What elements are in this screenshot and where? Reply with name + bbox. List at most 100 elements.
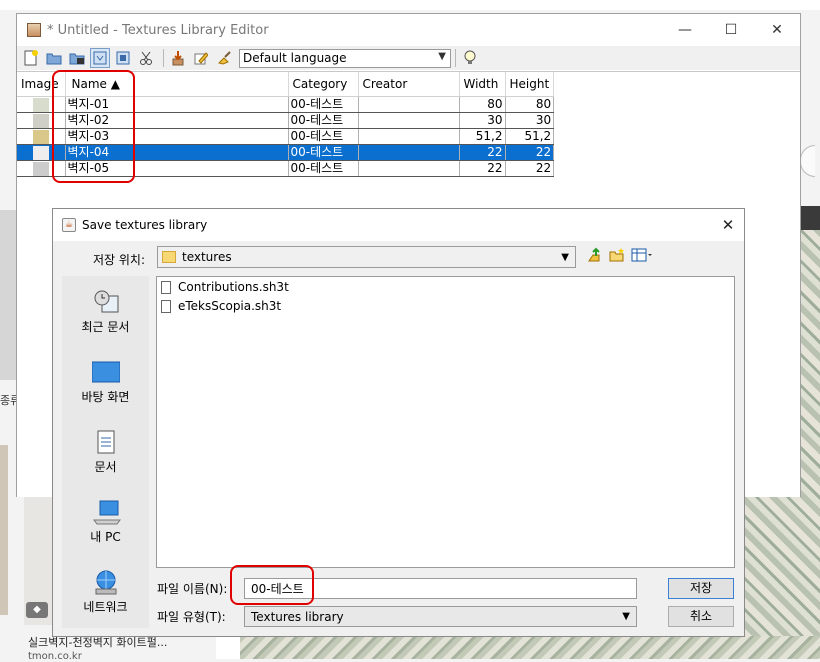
cell-width: 22: [459, 144, 506, 161]
window-title: * Untitled - Textures Library Editor: [47, 22, 269, 38]
cell-category: 00-테스트: [288, 160, 359, 177]
modify-texture-icon[interactable]: [191, 48, 211, 68]
place-recent-documents[interactable]: 최근 문서: [62, 290, 149, 335]
background-thumbnail: [0, 445, 8, 615]
place-network[interactable]: 네트워크: [62, 570, 149, 615]
chevron-down-icon: ▼: [561, 251, 569, 263]
minimize-button[interactable]: —: [662, 14, 708, 46]
annotation-highlight-file-name: [230, 565, 314, 605]
toolbar-separator: [455, 49, 456, 67]
file-item[interactable]: Contributions.sh3t: [161, 280, 289, 294]
dialog-close-button[interactable]: ✕: [712, 216, 744, 234]
background-next-button[interactable]: [800, 145, 815, 177]
annotation-highlight-name-column: [52, 70, 135, 183]
file-icon: [161, 299, 171, 313]
file-list[interactable]: Contributions.sh3t eTeksScopia.sh3t: [156, 276, 735, 568]
cell-category: 00-테스트: [288, 144, 359, 161]
language-select-value: Default language: [243, 51, 347, 65]
file-icon: [161, 280, 171, 294]
texture-thumbnail: [33, 145, 49, 160]
place-desktop[interactable]: 바탕 화면: [62, 360, 149, 405]
background-dark-panel: [801, 206, 820, 230]
import-furniture-icon[interactable]: [113, 48, 133, 68]
place-label: 네트워크: [83, 600, 128, 614]
place-this-pc[interactable]: 내 PC: [62, 500, 149, 545]
texture-thumbnail: [33, 113, 49, 128]
save-button[interactable]: 저장: [668, 578, 734, 599]
view-menu-icon[interactable]: [631, 247, 653, 267]
background-wallpaper-image: [240, 636, 820, 659]
file-type-value: Textures library: [251, 609, 344, 624]
cell-category: 00-테스트: [288, 128, 359, 145]
cell-category: 00-테스트: [288, 96, 359, 113]
background-page-top: [0, 0, 820, 10]
delete-broom-icon[interactable]: [214, 48, 234, 68]
dialog-nav-buttons: [587, 247, 653, 267]
file-name-label: 파일 이름(N):: [157, 582, 228, 596]
cell-creator: [358, 112, 460, 129]
file-item[interactable]: eTeksScopia.sh3t: [161, 299, 281, 313]
window-controls: — ☐ ✕: [662, 14, 800, 46]
file-name: Contributions.sh3t: [178, 280, 289, 294]
background-gap: [216, 636, 240, 659]
texture-thumbnail: [33, 161, 49, 176]
save-in-label: 저장 위치:: [93, 253, 146, 267]
up-folder-icon[interactable]: [587, 247, 603, 267]
folder-icon: [162, 251, 176, 263]
chevron-down-icon: ▼: [438, 50, 446, 62]
new-folder-icon[interactable]: [609, 247, 625, 267]
dialog-title: Save textures library: [82, 218, 208, 232]
recent-documents-icon: [92, 290, 120, 314]
cell-width: 51,2: [459, 128, 506, 145]
background-result-source: tmon.co.kr: [28, 651, 82, 662]
cell-height: 22: [505, 160, 555, 177]
column-header-width[interactable]: Width: [459, 72, 506, 97]
cell-width: 30: [459, 112, 506, 129]
save-library-icon[interactable]: [67, 48, 87, 68]
cancel-button[interactable]: 취소: [668, 606, 734, 627]
title-bar: * Untitled - Textures Library Editor — ☐…: [17, 14, 800, 46]
export-icon[interactable]: [168, 48, 188, 68]
background-badge: ◆: [26, 602, 48, 618]
open-folder-icon[interactable]: [44, 48, 64, 68]
file-type-select[interactable]: Textures library ▼: [244, 606, 637, 627]
cell-height: 51,2: [505, 128, 555, 145]
cell-creator: [358, 144, 460, 161]
save-in-value: textures: [182, 250, 232, 264]
place-label: 내 PC: [90, 530, 121, 544]
new-library-icon[interactable]: [21, 48, 41, 68]
save-in-select[interactable]: textures ▼: [157, 246, 576, 268]
computer-icon: [92, 500, 121, 525]
place-label: 바탕 화면: [81, 390, 130, 404]
column-header-category[interactable]: Category: [288, 72, 359, 97]
close-button[interactable]: ✕: [754, 14, 800, 46]
place-documents[interactable]: 문서: [62, 430, 149, 475]
save-textures-library-dialog: ☕ Save textures library ✕ 저장 위치: texture…: [52, 208, 745, 637]
file-name: eTeksScopia.sh3t: [178, 299, 282, 313]
cut-scissors-icon[interactable]: [136, 48, 156, 68]
column-header-height[interactable]: Height: [505, 72, 555, 97]
help-lightbulb-icon[interactable]: [460, 48, 480, 68]
cell-width: 80: [459, 96, 506, 113]
place-label: 문서: [94, 460, 117, 474]
java-icon: ☕: [62, 218, 76, 232]
cell-height: 80: [505, 96, 555, 113]
network-icon: [92, 570, 120, 595]
file-type-label: 파일 유형(T):: [157, 610, 226, 624]
column-header-creator[interactable]: Creator: [358, 72, 460, 97]
maximize-button[interactable]: ☐: [708, 14, 754, 46]
toolbar: Default language ▼: [17, 46, 800, 70]
texture-thumbnail: [33, 129, 49, 144]
cell-height: 30: [505, 112, 555, 129]
desktop-icon: [91, 360, 120, 384]
language-select[interactable]: Default language ▼: [239, 48, 451, 68]
app-icon: [27, 23, 41, 37]
cell-creator: [358, 160, 460, 177]
import-textures-icon[interactable]: [90, 48, 110, 68]
dialog-title-bar: ☕ Save textures library ✕: [53, 209, 744, 241]
places-bar: 최근 문서 바탕 화면 문서 내 PC 네트워크: [62, 276, 149, 628]
documents-icon: [92, 430, 120, 454]
toolbar-separator: [163, 49, 164, 67]
cell-creator: [358, 128, 460, 145]
chevron-down-icon: ▼: [622, 611, 630, 622]
